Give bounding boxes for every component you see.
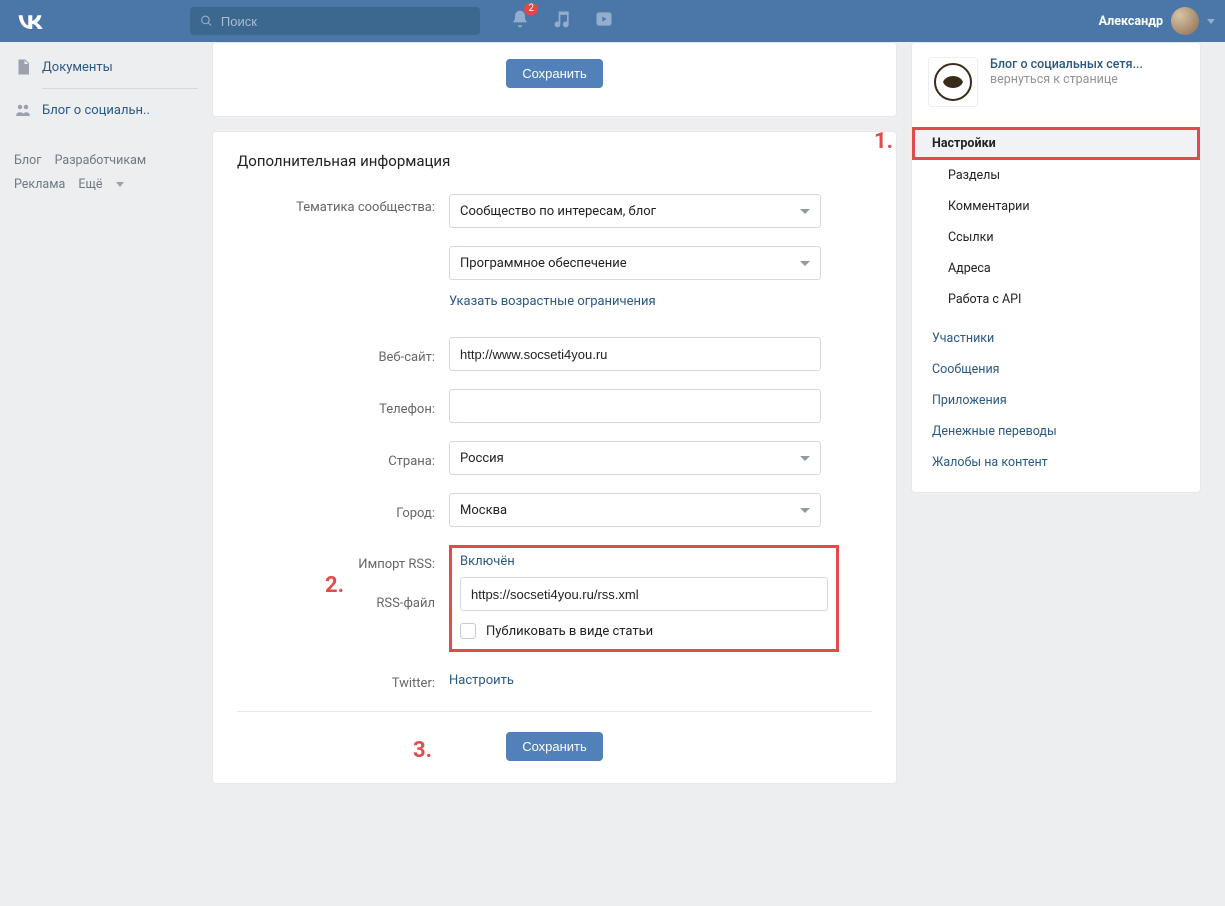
- website-input[interactable]: [449, 337, 821, 371]
- sidebar-item-label: Блог о социальн..: [42, 103, 150, 118]
- chevron-down-icon: [800, 508, 810, 513]
- sidebar-item-blog-group[interactable]: Блог о социальн..: [8, 95, 198, 125]
- twitter-setup-link[interactable]: Настроить: [449, 673, 514, 688]
- annotation-2: 2.: [325, 573, 344, 598]
- menu-item-apps[interactable]: Приложения: [912, 385, 1200, 416]
- footer-link-more[interactable]: Ещё: [78, 177, 133, 192]
- menu-item-api[interactable]: Работа с API: [912, 284, 1200, 315]
- play-icon: [594, 9, 614, 29]
- group-icon: [14, 101, 32, 119]
- chevron-down-icon: [800, 456, 810, 461]
- username-label: Александр: [1099, 14, 1163, 29]
- group-subtitle: вернуться к странице: [990, 72, 1184, 87]
- annotation-3: 3.: [413, 738, 432, 763]
- search-input[interactable]: [221, 14, 470, 29]
- search-icon: [200, 14, 213, 28]
- sidebar-item-label: Документы: [42, 60, 113, 75]
- phone-input[interactable]: [449, 389, 821, 423]
- avatar: [1171, 7, 1199, 35]
- label-city: Город:: [237, 500, 449, 521]
- annotation-1: 1.: [874, 129, 893, 154]
- menu-item-addresses[interactable]: Адреса: [912, 253, 1200, 284]
- top-save-card: Сохранить: [212, 42, 897, 117]
- section-title: Дополнительная информация: [237, 152, 872, 170]
- age-restrictions-link[interactable]: Указать возрастные ограничения: [449, 294, 656, 309]
- label-rss-file: RSS-файл: [237, 596, 435, 611]
- rss-file-input[interactable]: [460, 577, 828, 611]
- menu-item-messages[interactable]: Сообщения: [912, 354, 1200, 385]
- select-topic-sub[interactable]: Программное обеспечение: [449, 246, 821, 280]
- save-button-bottom[interactable]: Сохранить: [506, 732, 603, 761]
- label-topic: Тематика сообщества:: [237, 194, 449, 215]
- group-logo: [928, 57, 978, 107]
- left-sidebar: Документы Блог о социальн.. Блог Разрабо…: [8, 42, 198, 784]
- menu-item-members[interactable]: Участники: [912, 323, 1200, 354]
- divider: [42, 88, 198, 89]
- document-icon: [14, 58, 32, 76]
- main-content: Сохранить Дополнительная информация Тема…: [212, 42, 897, 784]
- label-phone: Телефон:: [237, 396, 449, 417]
- music-button[interactable]: [552, 9, 572, 33]
- menu-item-sections[interactable]: Разделы: [912, 160, 1200, 191]
- footer-link-devs[interactable]: Разработчикам: [55, 153, 147, 168]
- app-header: 2 Александр: [0, 0, 1225, 42]
- right-sidebar: Блог о социальных сетя... вернуться к ст…: [911, 42, 1201, 784]
- chevron-down-icon: [800, 209, 810, 214]
- save-button-top[interactable]: Сохранить: [506, 59, 603, 88]
- publish-article-checkbox[interactable]: [460, 623, 476, 639]
- footer-link-blog[interactable]: Блог: [14, 153, 41, 168]
- label-twitter: Twitter:: [237, 670, 449, 691]
- user-menu[interactable]: Александр: [1099, 7, 1215, 35]
- notification-badge: 2: [524, 3, 538, 15]
- group-title: Блог о социальных сетя...: [990, 57, 1184, 72]
- divider: [237, 711, 872, 712]
- chevron-down-icon: [1207, 19, 1215, 24]
- settings-menu: 1. Настройки Разделы Комментарии Ссылки …: [911, 121, 1201, 493]
- header-icons: 2: [510, 9, 614, 33]
- music-icon: [552, 9, 572, 29]
- sidebar-item-documents[interactable]: Документы: [8, 52, 198, 82]
- select-country[interactable]: Россия: [449, 441, 821, 475]
- search-box[interactable]: [190, 7, 480, 35]
- video-button[interactable]: [594, 9, 614, 33]
- select-city[interactable]: Москва: [449, 493, 821, 527]
- menu-item-comments[interactable]: Комментарии: [912, 191, 1200, 222]
- vk-logo[interactable]: [10, 13, 50, 29]
- additional-info-card: Дополнительная информация Тематика сообщ…: [212, 131, 897, 784]
- label-rss-import: Импорт RSS:: [237, 557, 435, 572]
- label-website: Веб-сайт:: [237, 344, 449, 365]
- footer-links: Блог Разработчикам Реклама Ещё: [8, 149, 198, 197]
- footer-link-ads[interactable]: Реклама: [14, 177, 65, 192]
- group-header[interactable]: Блог о социальных сетя... вернуться к ст…: [911, 42, 1201, 121]
- menu-item-money[interactable]: Денежные переводы: [912, 416, 1200, 447]
- rss-highlight-box: Включён Публиковать в виде статьи: [449, 545, 839, 652]
- chevron-down-icon: [800, 261, 810, 266]
- rss-status-link[interactable]: Включён: [460, 554, 515, 569]
- menu-item-complaints[interactable]: Жалобы на контент: [912, 447, 1200, 478]
- notifications-button[interactable]: 2: [510, 9, 530, 33]
- label-country: Страна:: [237, 448, 449, 469]
- publish-article-label: Публиковать в виде статьи: [486, 624, 653, 639]
- select-topic-main[interactable]: Сообщество по интересам, блог: [449, 194, 821, 228]
- menu-item-links[interactable]: Ссылки: [912, 222, 1200, 253]
- menu-item-settings[interactable]: Настройки: [912, 127, 1200, 160]
